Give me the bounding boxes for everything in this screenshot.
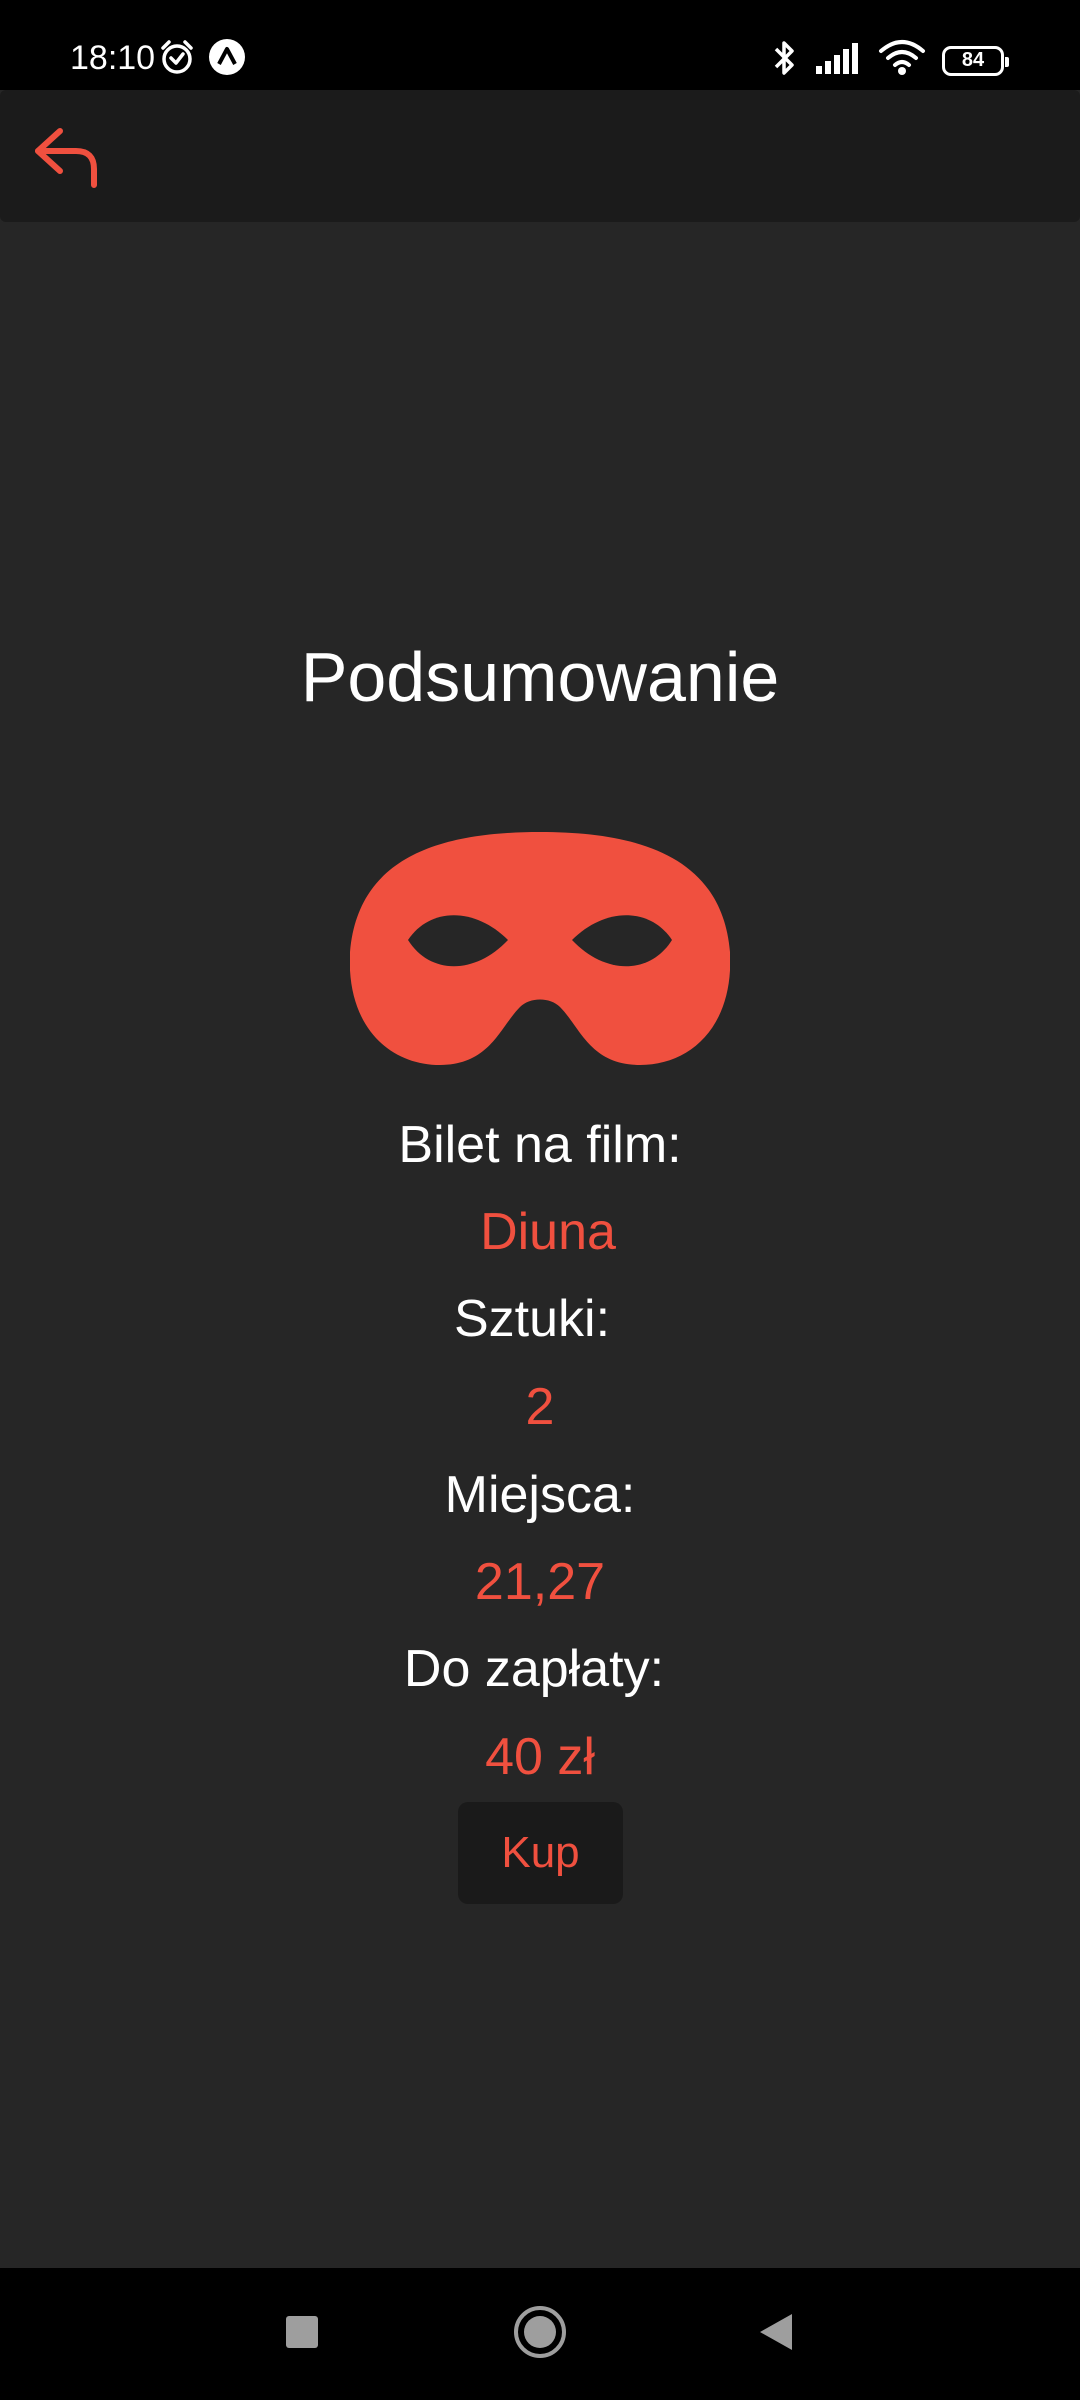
recents-button[interactable] xyxy=(266,2298,338,2370)
back-triangle-icon xyxy=(756,2312,796,2357)
navigation-bar xyxy=(0,2268,1080,2400)
bluetooth-icon xyxy=(770,38,798,83)
system-back-button[interactable] xyxy=(740,2298,812,2370)
app-notification-icon xyxy=(208,38,246,81)
status-time: 18:10 xyxy=(70,39,156,77)
home-circle-icon xyxy=(512,2304,568,2365)
movie-value: Diuna xyxy=(480,1203,616,1261)
home-button[interactable] xyxy=(504,2298,576,2370)
signal-icon xyxy=(814,40,862,81)
status-bar: 18:10 84 xyxy=(0,0,1080,90)
mask-icon xyxy=(349,827,731,1072)
app-bar xyxy=(0,90,1080,222)
battery-icon: 84 xyxy=(942,45,1009,76)
battery-level: 84 xyxy=(961,49,985,71)
seats-value: 21,27 xyxy=(474,1553,606,1611)
screen: 18:10 84 Podsumowanie Bilet na film: Diu… xyxy=(0,0,1080,2400)
back-arrow-icon xyxy=(30,123,102,194)
summary-content: Podsumowanie Bilet na film: Diuna Sztuki… xyxy=(0,222,1080,2268)
back-button[interactable] xyxy=(28,120,104,196)
alarm-icon xyxy=(158,38,196,81)
quantity-label: Sztuki: xyxy=(453,1290,611,1348)
seats-label: Miejsca: xyxy=(444,1466,636,1524)
price-value: 40 zł xyxy=(485,1728,595,1786)
wifi-icon xyxy=(878,39,926,82)
quantity-value: 2 xyxy=(525,1378,555,1436)
price-label: Do zapłaty: xyxy=(403,1640,665,1698)
recents-square-icon xyxy=(284,2314,320,2355)
movie-label: Bilet na film: xyxy=(398,1116,682,1174)
page-title: Podsumowanie xyxy=(300,638,780,716)
buy-button[interactable]: Kup xyxy=(458,1802,623,1904)
